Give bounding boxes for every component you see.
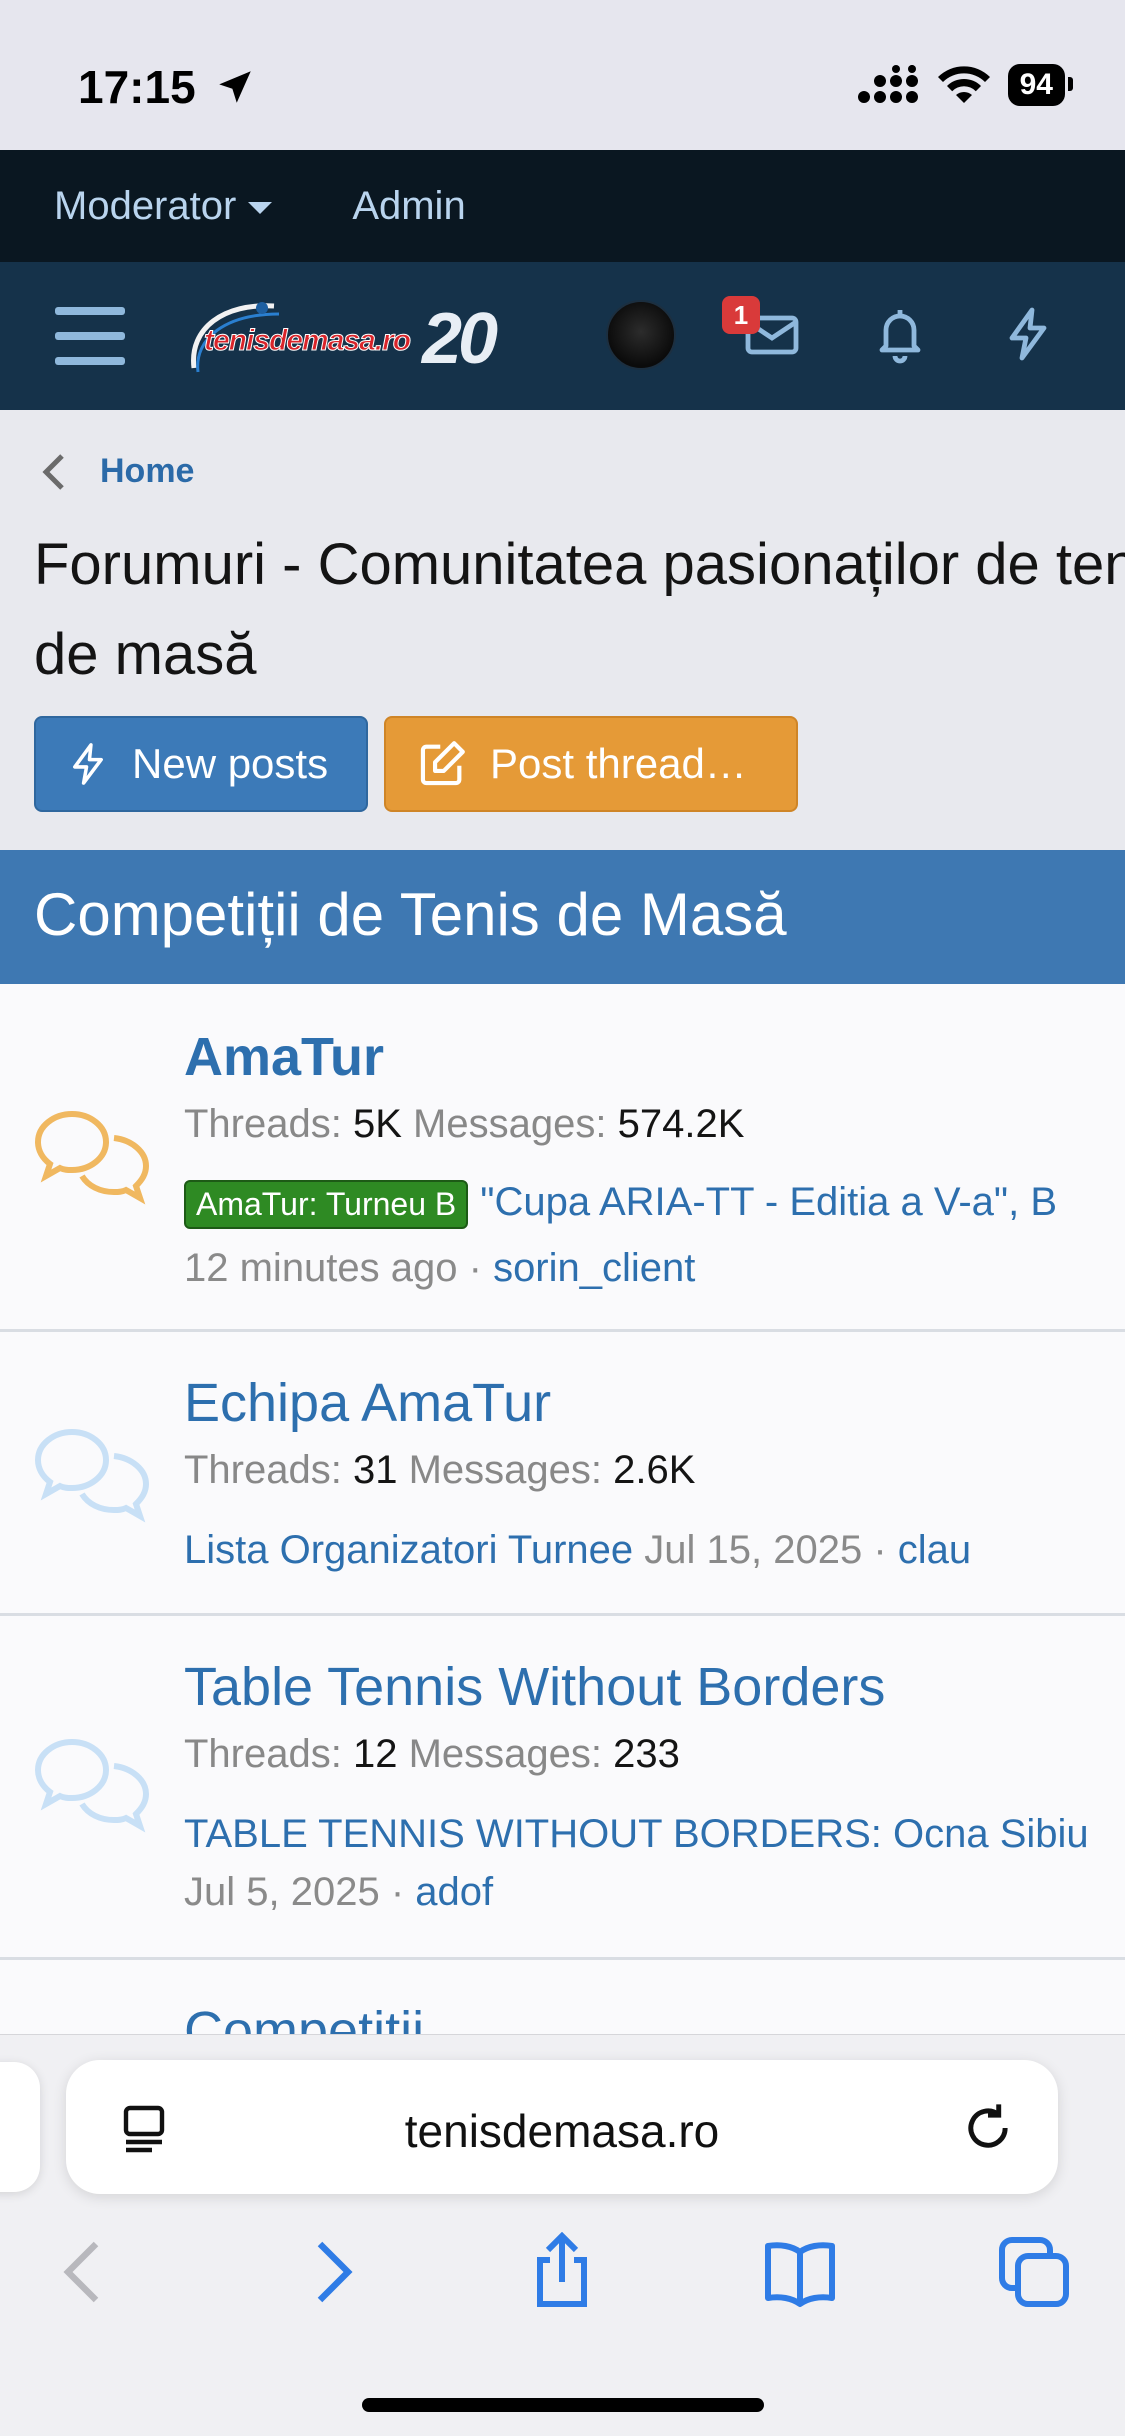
last-thread-title[interactable]: Lista Organizatori Turnee	[184, 1528, 633, 1572]
staff-bar: Moderator Admin	[0, 150, 1125, 262]
moderator-label: Moderator	[54, 183, 237, 228]
forum-node[interactable]: AmaTur Threads: 5K Messages: 574.2K AmaT…	[0, 984, 1125, 1332]
breadcrumb-home[interactable]: Home	[100, 452, 194, 491]
status-bar: 17:15 94	[0, 0, 1125, 150]
forum-node[interactable]: Echipa AmaTur Threads: 31 Messages: 2.6K…	[0, 1332, 1125, 1616]
node-title[interactable]: Table Tennis Without Borders	[184, 1656, 885, 1718]
previous-tab-peek[interactable]	[0, 2062, 40, 2192]
logo-number: 20	[422, 299, 498, 379]
chevron-left-icon[interactable]	[40, 452, 66, 492]
page-title: Forumuri - Comunitatea pasionaților de t…	[34, 532, 1125, 687]
site-header: tenisdemasa.ro 20	[0, 262, 1125, 410]
book-icon[interactable]	[760, 2232, 840, 2312]
logo-text: tenisdemasa.ro	[203, 324, 411, 358]
node-title[interactable]: Echipa AmaTur	[184, 1372, 551, 1434]
last-user-link[interactable]: clau	[898, 1528, 971, 1572]
chevron-right-icon[interactable]	[290, 2232, 370, 2312]
wifi-icon	[937, 66, 990, 103]
last-user-link[interactable]: sorin_client	[493, 1246, 695, 1290]
hamburger-icon[interactable]	[55, 307, 125, 365]
edit-icon	[420, 741, 465, 786]
signal-icon	[857, 65, 918, 103]
site-logo[interactable]: tenisdemasa.ro 20	[184, 288, 514, 386]
bolt-icon	[73, 743, 103, 785]
last-thread-title[interactable]: "Cupa ARIA-TT - Editia a V-a", B	[480, 1180, 1057, 1224]
post-thread-button[interactable]: Post thread…	[384, 716, 798, 812]
location-arrow-icon	[219, 71, 251, 103]
node-last-thread[interactable]: TABLE TENNIS WITHOUT BORDERS: Ocna Sibiu	[184, 1812, 1089, 1857]
chat-bubbles-icon	[34, 1110, 150, 1205]
address-bar[interactable]: tenisdemasa.ro	[66, 2060, 1058, 2194]
node-last-thread: Lista Organizatori Turnee Jul 15, 2025 ·…	[184, 1528, 972, 1572]
battery-indicator: 94	[1007, 64, 1074, 106]
node-stats: Threads: 5K Messages: 574.2K	[184, 1102, 745, 1146]
url-text: tenisdemasa.ro	[404, 2105, 720, 2157]
new-posts-label: New posts	[132, 740, 329, 787]
node-stats: Threads: 12 Messages: 233	[184, 1732, 680, 1776]
node-last-meta: Jul 5, 2025 · adof	[184, 1870, 494, 1914]
chat-bubbles-icon	[34, 1738, 150, 1833]
home-indicator	[362, 2398, 764, 2412]
bell-icon[interactable]	[870, 304, 930, 364]
category-header[interactable]: Competiții de Tenis de Masă	[0, 850, 1125, 984]
admin-label: Admin	[352, 183, 466, 228]
category-title: Competiții de Tenis de Masă	[34, 881, 787, 948]
last-user-link[interactable]: adof	[415, 1870, 493, 1914]
reload-icon[interactable]	[958, 2098, 1018, 2158]
conversations-badge: 1	[722, 296, 760, 334]
bolt-icon[interactable]	[998, 304, 1058, 364]
caret-down-icon	[248, 202, 273, 214]
node-last-thread[interactable]: AmaTur: Turneu B "Cupa ARIA-TT - Editia a…	[184, 1180, 1057, 1229]
node-last-meta: 12 minutes ago · sorin_client	[184, 1246, 696, 1290]
avatar[interactable]	[606, 300, 676, 370]
forum-node[interactable]: Table Tennis Without Borders Threads: 12…	[0, 1616, 1125, 1960]
post-thread-label: Post thread…	[490, 740, 747, 787]
node-stats: Threads: 31 Messages: 2.6K	[184, 1448, 696, 1492]
new-posts-button[interactable]: New posts	[34, 716, 368, 812]
share-icon[interactable]	[522, 2232, 602, 2312]
tabs-icon[interactable]	[994, 2232, 1074, 2312]
status-indicators: 94	[856, 64, 1074, 106]
chat-bubbles-icon	[34, 1428, 150, 1523]
chevron-left-icon[interactable]	[46, 2232, 126, 2312]
status-time: 17:15	[78, 61, 196, 113]
node-title[interactable]: AmaTur	[184, 1026, 384, 1088]
moderator-menu[interactable]: Moderator	[54, 183, 273, 229]
last-time: Jul 15, 2025	[644, 1528, 863, 1572]
admin-link[interactable]: Admin	[352, 184, 465, 229]
thread-prefix: AmaTur: Turneu B	[184, 1180, 469, 1229]
